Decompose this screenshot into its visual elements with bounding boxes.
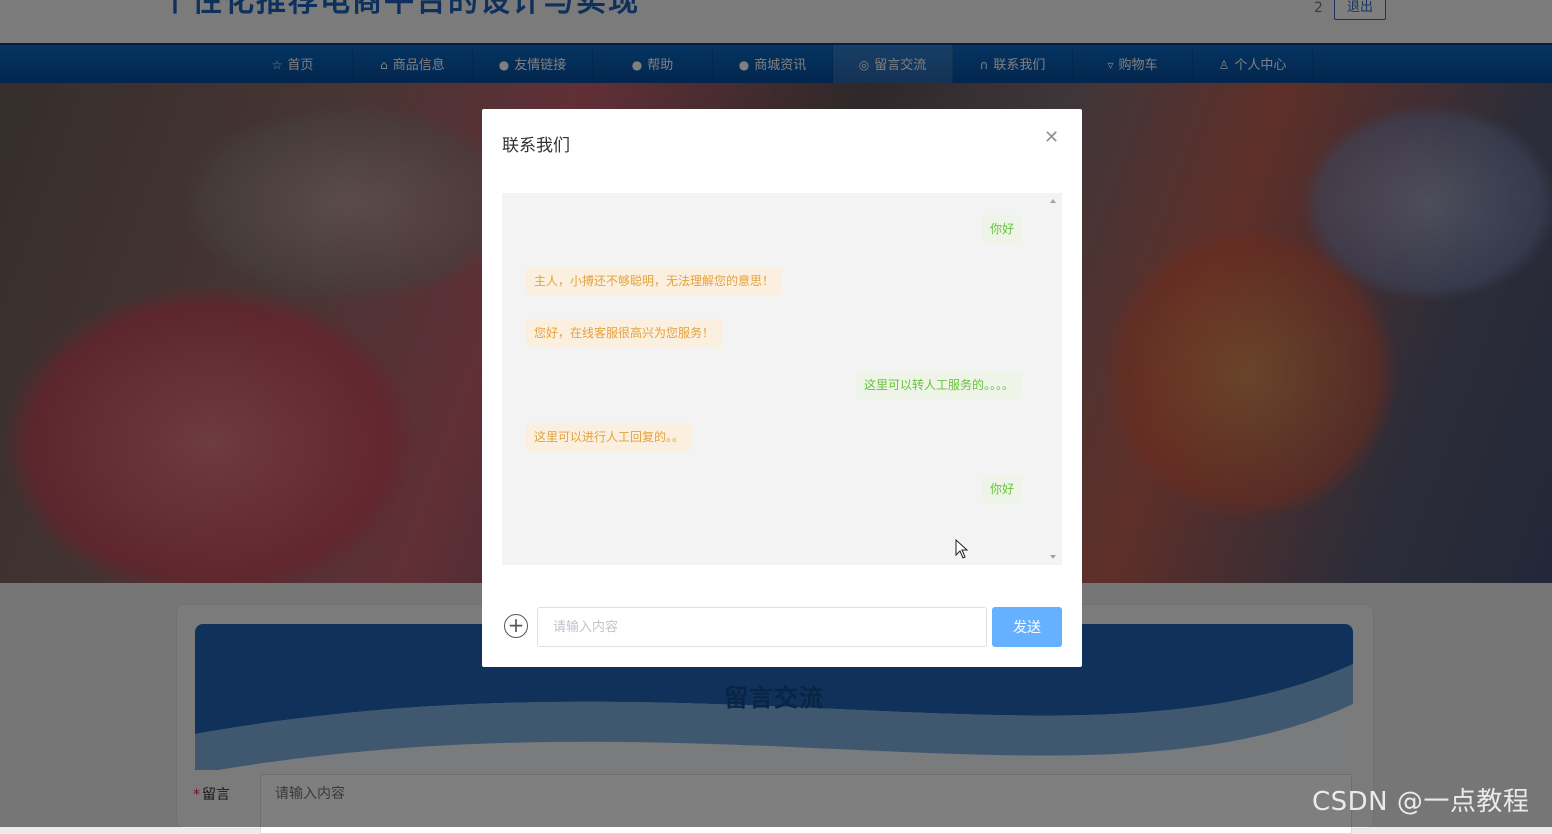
chat-history[interactable]: 你好 主人，小搏还不够聪明，无法理解您的意思！ 您好，在线客服很高兴为您服务！ 这里可… [502, 193, 1062, 565]
close-icon[interactable]: ✕ [1044, 127, 1059, 148]
user-message: 这里可以转人工服务的。。。。 [855, 371, 1022, 399]
bot-message: 您好，在线客服很高兴为您服务！ [526, 319, 723, 347]
bot-message: 主人，小搏还不够聪明，无法理解您的意思！ [526, 267, 783, 295]
scroll-down-arrow-icon[interactable] [1050, 555, 1056, 559]
bot-message: 这里可以进行人工回复的。。 [526, 423, 693, 451]
contact-dialog: 联系我们 ✕ 你好 主人，小搏还不够聪明，无法理解您的意思！ 您好，在线客服很高兴为… [482, 109, 1082, 667]
chat-input[interactable] [537, 607, 987, 647]
dialog-title: 联系我们 [502, 136, 570, 156]
watermark: CSDN @一点教程 [1312, 787, 1530, 817]
user-message: 你好 [981, 215, 1022, 243]
mouse-cursor-icon [955, 539, 969, 559]
send-button[interactable]: 发送 [992, 607, 1062, 647]
user-message: 你好 [981, 475, 1022, 503]
plus-circle-icon[interactable]: + [504, 614, 528, 638]
scroll-up-arrow-icon[interactable] [1050, 199, 1056, 203]
